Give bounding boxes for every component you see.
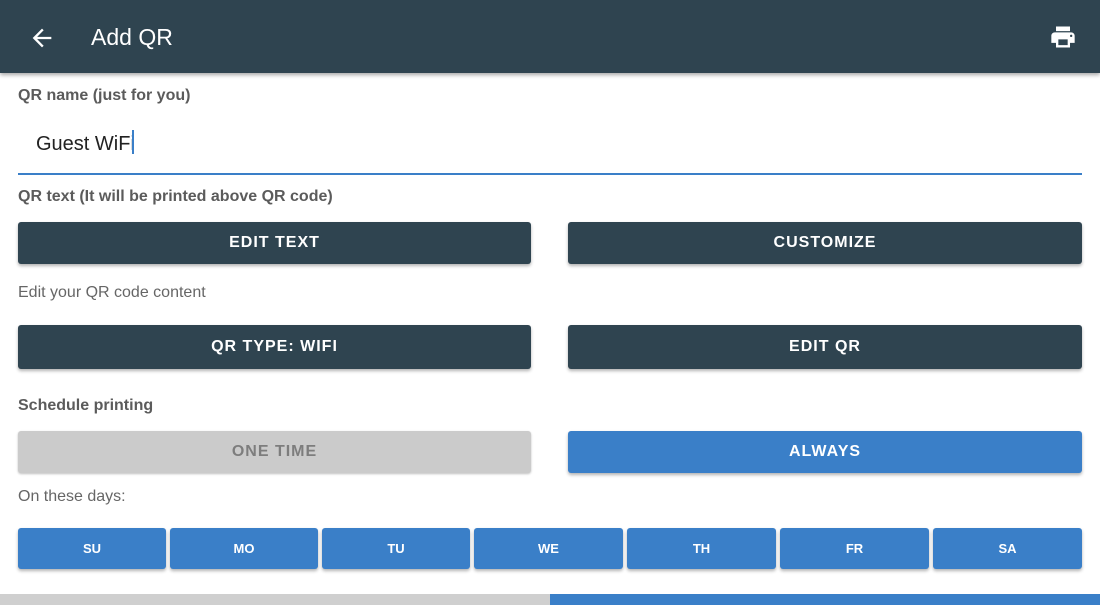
- day-button-tu[interactable]: TU: [322, 528, 470, 569]
- day-button-fr[interactable]: FR: [780, 528, 929, 569]
- back-button[interactable]: [28, 24, 56, 52]
- day-button-th[interactable]: TH: [627, 528, 776, 569]
- day-button-su[interactable]: SU: [18, 528, 166, 569]
- qr-name-field[interactable]: [18, 119, 1082, 175]
- edit-qr-button[interactable]: EDIT QR: [568, 325, 1082, 369]
- print-button[interactable]: [1049, 23, 1077, 51]
- edit-text-button[interactable]: EDIT TEXT: [18, 222, 531, 264]
- page-title: Add QR: [91, 24, 173, 50]
- app-bar: Add QR: [0, 0, 1100, 73]
- days-label: On these days:: [18, 488, 126, 505]
- customize-button[interactable]: CUSTOMIZE: [568, 222, 1082, 264]
- bottom-button-secondary[interactable]: [0, 594, 550, 605]
- qr-name-input[interactable]: [36, 129, 1036, 159]
- qr-content-label: Edit your QR code content: [18, 284, 206, 301]
- day-button-mo[interactable]: MO: [170, 528, 318, 569]
- printer-icon: [1051, 26, 1075, 48]
- bottom-button-primary[interactable]: [550, 594, 1100, 605]
- qr-text-label: QR text (It will be printed above QR cod…: [18, 188, 333, 205]
- schedule-label: Schedule printing: [18, 397, 154, 414]
- always-button[interactable]: ALWAYS: [568, 431, 1082, 473]
- qr-type-button[interactable]: QR TYPE: WIFI: [18, 325, 531, 369]
- arrow-left-icon: [32, 28, 52, 48]
- text-cursor: [132, 130, 134, 154]
- day-button-we[interactable]: WE: [474, 528, 623, 569]
- qr-name-label: QR name (just for you): [18, 87, 191, 104]
- day-button-sa[interactable]: SA: [933, 528, 1082, 569]
- one-time-button[interactable]: ONE TIME: [18, 431, 531, 473]
